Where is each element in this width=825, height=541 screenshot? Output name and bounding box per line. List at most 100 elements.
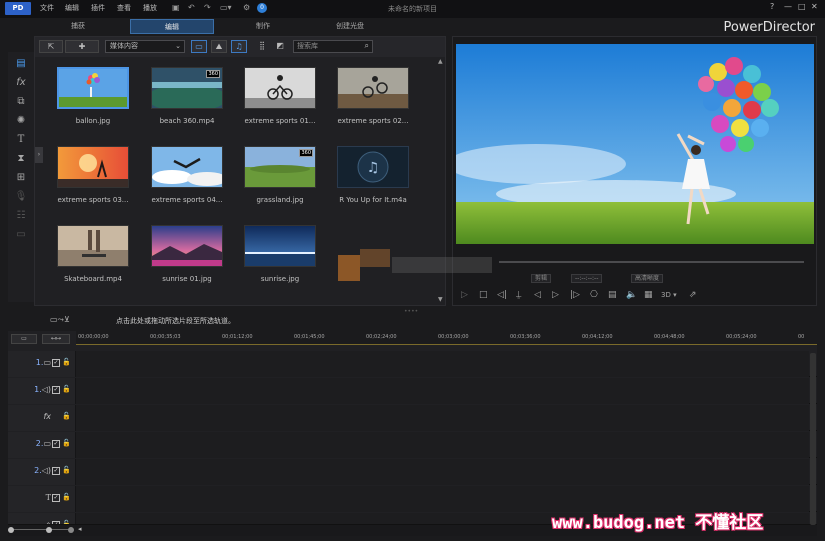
step-forward-icon[interactable]: ▷ xyxy=(552,289,559,301)
play-icon[interactable]: ▷ xyxy=(461,289,468,301)
library-item-extreme-03[interactable]: extreme sports 03... xyxy=(53,146,133,216)
filter-video-icon[interactable]: ▭ xyxy=(191,40,207,53)
timeline-storyboard-toggle-icon[interactable]: ▭⤳⊻ xyxy=(50,315,70,325)
preview-progress-bar[interactable] xyxy=(499,261,804,263)
lock-icon[interactable]: 🔓 xyxy=(62,385,71,393)
resize-thumb-icon[interactable]: ◩ xyxy=(273,40,287,53)
clip-mode-label[interactable]: 剪辑 xyxy=(531,274,552,283)
mark-in-icon[interactable]: ⍊ xyxy=(516,289,521,301)
particle-room-icon[interactable]: ✺ xyxy=(13,114,29,128)
subtitle-icon[interactable]: ▤ xyxy=(608,289,617,301)
timecode-display[interactable]: --:--:--:-- xyxy=(571,274,603,283)
quality-dropdown[interactable]: 高清晰度 xyxy=(631,274,664,283)
track-enable-checkbox[interactable]: ✓ xyxy=(52,494,60,502)
library-item-extreme-04[interactable]: extreme sports 04... xyxy=(147,146,227,216)
timeline-view-icon[interactable]: ▭ xyxy=(11,334,37,344)
library-item-beach-360[interactable]: 360 beach 360.mp4 xyxy=(147,67,227,137)
drag-hint: 点击此处或拖动所选片段至所选轨道。 xyxy=(116,317,235,325)
undock-preview-icon[interactable]: ⇗ xyxy=(689,289,697,301)
pip-room-icon[interactable]: ⧉ xyxy=(13,95,29,109)
track-enable-checkbox[interactable]: ✓ xyxy=(52,359,60,367)
filter-audio-icon[interactable]: ♫ xyxy=(231,40,247,53)
voice-over-icon[interactable]: 🎙 xyxy=(13,190,29,204)
zoom-in-icon[interactable] xyxy=(68,527,74,533)
snapshot-icon[interactable]: ⎔ xyxy=(590,289,598,301)
preview-video[interactable] xyxy=(456,44,814,244)
stop-icon[interactable]: □ xyxy=(479,289,488,301)
search-icon[interactable]: ⌕ xyxy=(365,40,369,51)
chapter-room-icon[interactable]: ☷ xyxy=(13,209,29,223)
chevron-down-icon: ⌄ xyxy=(175,42,181,50)
ruler-tick: 00;04;12;00 xyxy=(582,334,613,340)
library-search-input[interactable]: 搜索库 ⌕ xyxy=(293,40,373,53)
library-item-sunrise[interactable]: sunrise.jpg xyxy=(240,225,320,295)
video-track-icon: ▭ xyxy=(43,439,51,448)
volume-icon[interactable]: 🔈 xyxy=(626,289,637,301)
track-enable-checkbox[interactable]: ✓ xyxy=(52,386,60,394)
prev-frame-icon[interactable]: ◁| xyxy=(497,289,507,301)
subtitle-room-icon[interactable]: ▭ xyxy=(13,228,29,242)
lock-icon[interactable]: 🔓 xyxy=(62,439,71,447)
library-item-extreme-01[interactable]: extreme sports 01... xyxy=(240,67,320,137)
track-audio-2: 2.◁) ✓ 🔓 xyxy=(8,459,817,485)
scroll-up-icon[interactable]: ▲ xyxy=(438,58,443,65)
track-enable-checkbox[interactable]: ✓ xyxy=(52,467,60,475)
track-header: 1.◁) ✓ 🔓 xyxy=(8,378,76,404)
expand-panel-icon[interactable]: › xyxy=(35,147,43,163)
track-label: T xyxy=(46,493,51,502)
next-frame-icon[interactable]: |▷ xyxy=(570,289,580,301)
fit-timeline-icon[interactable]: ↤↦ xyxy=(42,334,70,344)
track-area[interactable] xyxy=(76,351,809,377)
thumbnail: 360 xyxy=(151,67,223,109)
lock-icon[interactable]: 🔓 xyxy=(62,493,71,501)
import-media-icon[interactable]: ⇱ xyxy=(39,40,63,53)
plugins-icon[interactable]: ✚ xyxy=(65,40,99,53)
title-bar: PD 文件 编辑 插件 查看 播放 ▣ ↶ ↷ ▭▾ ⚙ 0 未命名的新项目 ?… xyxy=(0,0,825,18)
item-caption: sunrise.jpg xyxy=(260,275,300,283)
audio-mixing-icon[interactable]: ⊞ xyxy=(13,171,29,185)
track-enable-checkbox[interactable]: ✓ xyxy=(52,440,60,448)
track-area[interactable] xyxy=(76,432,809,458)
time-ruler[interactable]: 00;00;00;00 00;00;35;03 00;01;12;00 00;0… xyxy=(76,331,817,345)
library-item-ballon[interactable]: ballon.jpg xyxy=(53,67,133,137)
library-item-audio[interactable]: ♫ R You Up for It.m4a xyxy=(333,146,413,216)
display-settings-icon[interactable]: ▦ xyxy=(644,289,653,301)
tab-create-disc[interactable]: 创建光盘 xyxy=(320,19,380,34)
library-item-extreme-02[interactable]: extreme sports 02... xyxy=(333,67,413,137)
tab-capture[interactable]: 捕获 xyxy=(53,19,103,34)
zoom-slider-thumb[interactable] xyxy=(46,527,52,533)
grid-view-icon[interactable]: ⣿ xyxy=(255,40,269,53)
filter-image-icon[interactable]: ⛰ xyxy=(211,40,227,53)
effects-room-icon[interactable]: fx xyxy=(13,76,29,90)
media-room-icon[interactable]: ▤ xyxy=(13,57,29,71)
lock-icon[interactable]: 🔓 xyxy=(62,358,71,366)
library-item-skateboard[interactable]: Skateboard.mp4 xyxy=(53,225,133,295)
help-button[interactable]: ? xyxy=(770,2,774,11)
lock-icon[interactable]: 🔓 xyxy=(62,466,71,474)
library-item-grassland[interactable]: 360 grassland.jpg xyxy=(240,146,320,216)
title-room-icon[interactable]: T xyxy=(13,133,29,147)
scroll-down-icon[interactable]: ▼ xyxy=(438,296,443,303)
maximize-button[interactable]: □ xyxy=(798,2,806,11)
track-area[interactable] xyxy=(76,405,809,431)
zoom-slider-track[interactable] xyxy=(12,529,72,530)
title-track-icon: T xyxy=(45,493,51,502)
close-button[interactable]: ✕ xyxy=(811,2,818,11)
track-area[interactable] xyxy=(76,459,809,485)
tab-produce[interactable]: 制作 xyxy=(238,19,288,34)
transition-room-icon[interactable]: ⧗ xyxy=(13,152,29,166)
3d-label: 3D xyxy=(661,291,671,299)
tab-edit[interactable]: 编辑 xyxy=(130,19,214,34)
library-item-sunrise-01[interactable]: sunrise 01.jpg xyxy=(147,225,227,295)
ruler-tick: 00;00;00;00 xyxy=(78,334,109,340)
timeline-vertical-scrollbar[interactable] xyxy=(810,353,816,525)
minimize-button[interactable]: — xyxy=(784,2,792,11)
lock-icon[interactable]: 🔓 xyxy=(62,412,71,420)
step-back-icon[interactable]: ◁ xyxy=(534,289,541,301)
3d-toggle[interactable]: 3D ▾ xyxy=(661,289,677,301)
thumbnail: 360 xyxy=(244,146,316,188)
zoom-out-icon[interactable] xyxy=(8,527,14,533)
scroll-left-icon[interactable]: ◂ xyxy=(78,525,82,533)
media-content-dropdown[interactable]: 媒体内容 ⌄ xyxy=(105,40,185,53)
track-area[interactable] xyxy=(76,378,809,404)
